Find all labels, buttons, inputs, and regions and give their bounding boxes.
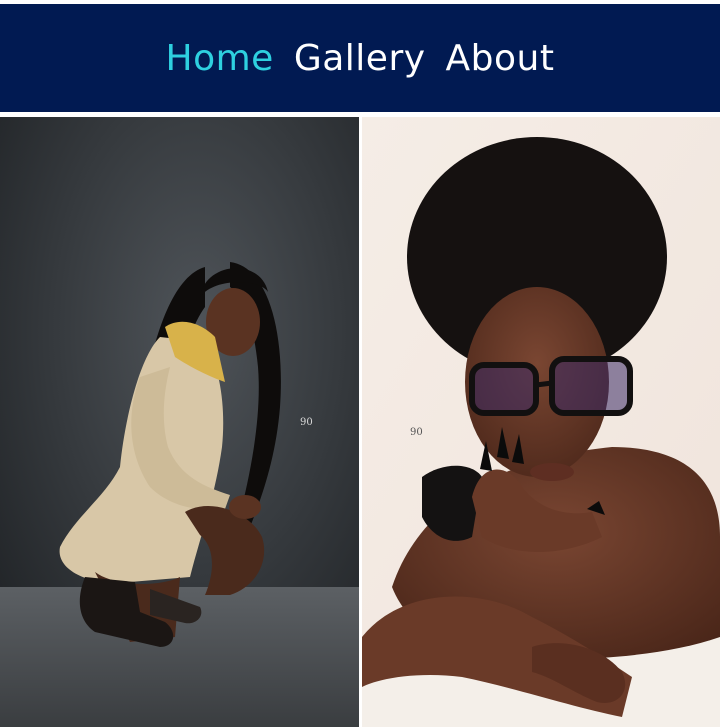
photo-gallery: 90 90	[0, 117, 720, 727]
top-navigation-bar: Home Gallery About	[0, 4, 720, 112]
photo-2-illustration: 90	[362, 117, 720, 727]
photo-1-illustration: 90	[0, 117, 359, 727]
gallery-photo-crouching-woman[interactable]: 90	[0, 117, 359, 727]
nav-link-home[interactable]: Home	[166, 38, 274, 79]
gallery-photo-afro-glasses-woman[interactable]: 90	[362, 117, 720, 727]
watermark-text: 90	[300, 417, 313, 428]
nav-link-about[interactable]: About	[446, 38, 555, 79]
watermark-text: 90	[410, 427, 423, 438]
nav-link-gallery[interactable]: Gallery	[294, 38, 426, 79]
